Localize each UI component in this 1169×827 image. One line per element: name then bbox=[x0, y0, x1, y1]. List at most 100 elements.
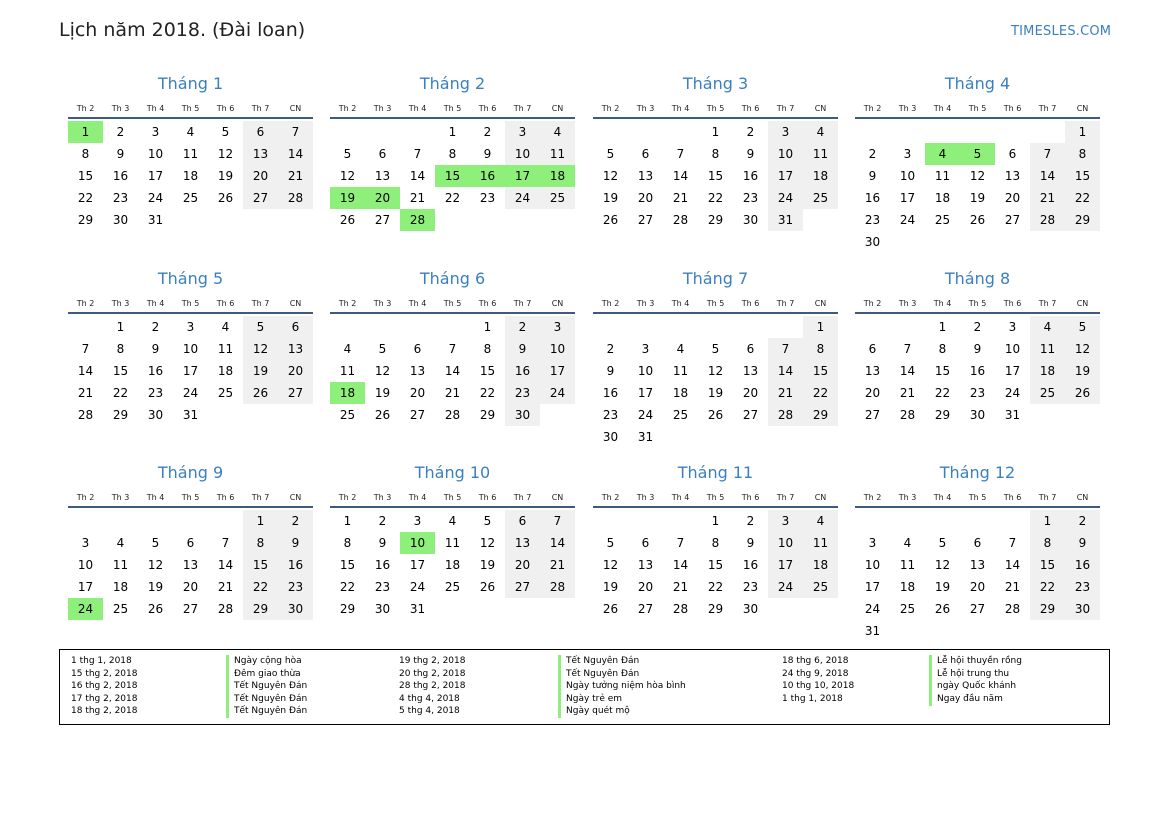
weekday-label: CN bbox=[551, 104, 564, 113]
day-cell: 16 bbox=[742, 169, 759, 183]
legend-date: 19 thg 2, 2018 bbox=[399, 656, 466, 666]
day-cell: 23 bbox=[112, 191, 129, 205]
weekday-label: Th 4 bbox=[408, 299, 427, 308]
day-cell: 28 bbox=[768, 404, 803, 426]
day-cell: 28 bbox=[1030, 209, 1065, 231]
day-cell: 29 bbox=[77, 213, 94, 227]
weekday-label: Th 4 bbox=[933, 104, 952, 113]
day-cell: 31 bbox=[147, 213, 164, 227]
weekday-label: Th 3 bbox=[373, 493, 392, 502]
day-cell: 9 bbox=[606, 364, 615, 378]
legend-holiday-name: Ngay đầu năm bbox=[929, 692, 1003, 706]
day-cell: 11 bbox=[803, 143, 838, 165]
legend-date: 18 thg 6, 2018 bbox=[782, 656, 849, 666]
weekday-label: Th 6 bbox=[478, 104, 497, 113]
day-cell: 16 bbox=[147, 364, 164, 378]
weekday-label: Th 2 bbox=[601, 104, 620, 113]
day-cell: 24 bbox=[899, 213, 916, 227]
day-cell: 19 bbox=[243, 360, 278, 382]
day-cell: 12 bbox=[339, 169, 356, 183]
day-cell: 12 bbox=[217, 147, 234, 161]
day-cell: 22 bbox=[934, 386, 951, 400]
day-cell: 11 bbox=[444, 536, 461, 550]
day-cell: 18 bbox=[1030, 360, 1065, 382]
weekday-label: Th 2 bbox=[338, 493, 357, 502]
day-cell: 9 bbox=[378, 536, 387, 550]
day-cell: 5 bbox=[378, 342, 387, 356]
day-cell: 12 bbox=[602, 558, 619, 572]
day-cell: 6 bbox=[641, 536, 650, 550]
day-cell: 25 bbox=[1030, 382, 1065, 404]
day-cell: 6 bbox=[243, 121, 278, 143]
weekday-label: Th 4 bbox=[671, 493, 690, 502]
day-cell: 11 bbox=[672, 364, 689, 378]
day-cell: 2 bbox=[1065, 510, 1100, 532]
day-cell: 6 bbox=[413, 342, 422, 356]
month-divider bbox=[68, 506, 313, 508]
day-cell: 26 bbox=[969, 213, 986, 227]
day-cell: 10 bbox=[505, 143, 540, 165]
day-cell: 14 bbox=[217, 558, 234, 572]
day-cell: 21 bbox=[77, 386, 94, 400]
weekday-label: Th 4 bbox=[933, 299, 952, 308]
day-cell: 16 bbox=[112, 169, 129, 183]
holiday-day-cell: 5 bbox=[960, 143, 995, 165]
day-cell: 25 bbox=[444, 580, 461, 594]
day-cell: 2 bbox=[973, 320, 982, 334]
day-cell: 10 bbox=[637, 364, 654, 378]
weekday-label: Th 3 bbox=[898, 493, 917, 502]
weekday-label: Th 5 bbox=[181, 493, 200, 502]
day-cell: 23 bbox=[374, 580, 391, 594]
day-cell: 27 bbox=[1004, 213, 1021, 227]
day-cell: 30 bbox=[112, 213, 129, 227]
day-cell: 13 bbox=[243, 143, 278, 165]
day-cell: 14 bbox=[1030, 165, 1065, 187]
day-cell: 16 bbox=[602, 386, 619, 400]
day-cell: 26 bbox=[1065, 382, 1100, 404]
day-cell: 13 bbox=[969, 558, 986, 572]
day-cell: 9 bbox=[746, 536, 755, 550]
brand-link[interactable]: TIMESLES.COM bbox=[1011, 24, 1111, 39]
day-cell: 3 bbox=[186, 320, 195, 334]
weekday-label: Th 6 bbox=[1003, 493, 1022, 502]
day-cell: 2 bbox=[483, 125, 492, 139]
weekday-label: CN bbox=[289, 493, 302, 502]
month-divider bbox=[330, 506, 575, 508]
month-name: Tháng 1 bbox=[157, 74, 224, 93]
weekday-label: CN bbox=[551, 493, 564, 502]
day-cell: 15 bbox=[934, 364, 951, 378]
weekday-label: CN bbox=[1076, 493, 1089, 502]
day-cell: 24 bbox=[409, 580, 426, 594]
day-cell: 31 bbox=[637, 430, 654, 444]
weekday-label: Th 5 bbox=[443, 299, 462, 308]
day-cell: 3 bbox=[505, 121, 540, 143]
month-name: Tháng 8 bbox=[944, 269, 1011, 288]
month-name: Tháng 11 bbox=[677, 463, 754, 482]
day-cell: 22 bbox=[803, 382, 838, 404]
day-cell: 20 bbox=[864, 386, 881, 400]
day-cell: 29 bbox=[934, 408, 951, 422]
day-cell: 28 bbox=[278, 187, 313, 209]
day-cell: 4 bbox=[343, 342, 352, 356]
day-cell: 7 bbox=[1030, 143, 1065, 165]
day-cell: 14 bbox=[444, 364, 461, 378]
day-cell: 29 bbox=[243, 598, 278, 620]
legend-holiday-name: Ngày tưởng niệm hòa bình bbox=[558, 680, 686, 693]
day-cell: 14 bbox=[278, 143, 313, 165]
day-cell: 28 bbox=[444, 408, 461, 422]
weekday-label: Th 6 bbox=[216, 104, 235, 113]
holiday-day-cell: 17 bbox=[505, 165, 540, 187]
day-cell: 3 bbox=[768, 121, 803, 143]
day-cell: 15 bbox=[707, 169, 724, 183]
day-cell: 20 bbox=[1004, 191, 1021, 205]
day-cell: 12 bbox=[374, 364, 391, 378]
day-cell: 1 bbox=[483, 320, 492, 334]
day-cell: 11 bbox=[339, 364, 356, 378]
day-cell: 24 bbox=[768, 187, 803, 209]
legend-date: 4 thg 4, 2018 bbox=[399, 693, 460, 704]
day-cell: 25 bbox=[899, 602, 916, 616]
day-cell: 3 bbox=[641, 342, 650, 356]
day-cell: 1 bbox=[448, 125, 457, 139]
day-cell: 2 bbox=[746, 125, 755, 139]
day-cell: 13 bbox=[409, 364, 426, 378]
